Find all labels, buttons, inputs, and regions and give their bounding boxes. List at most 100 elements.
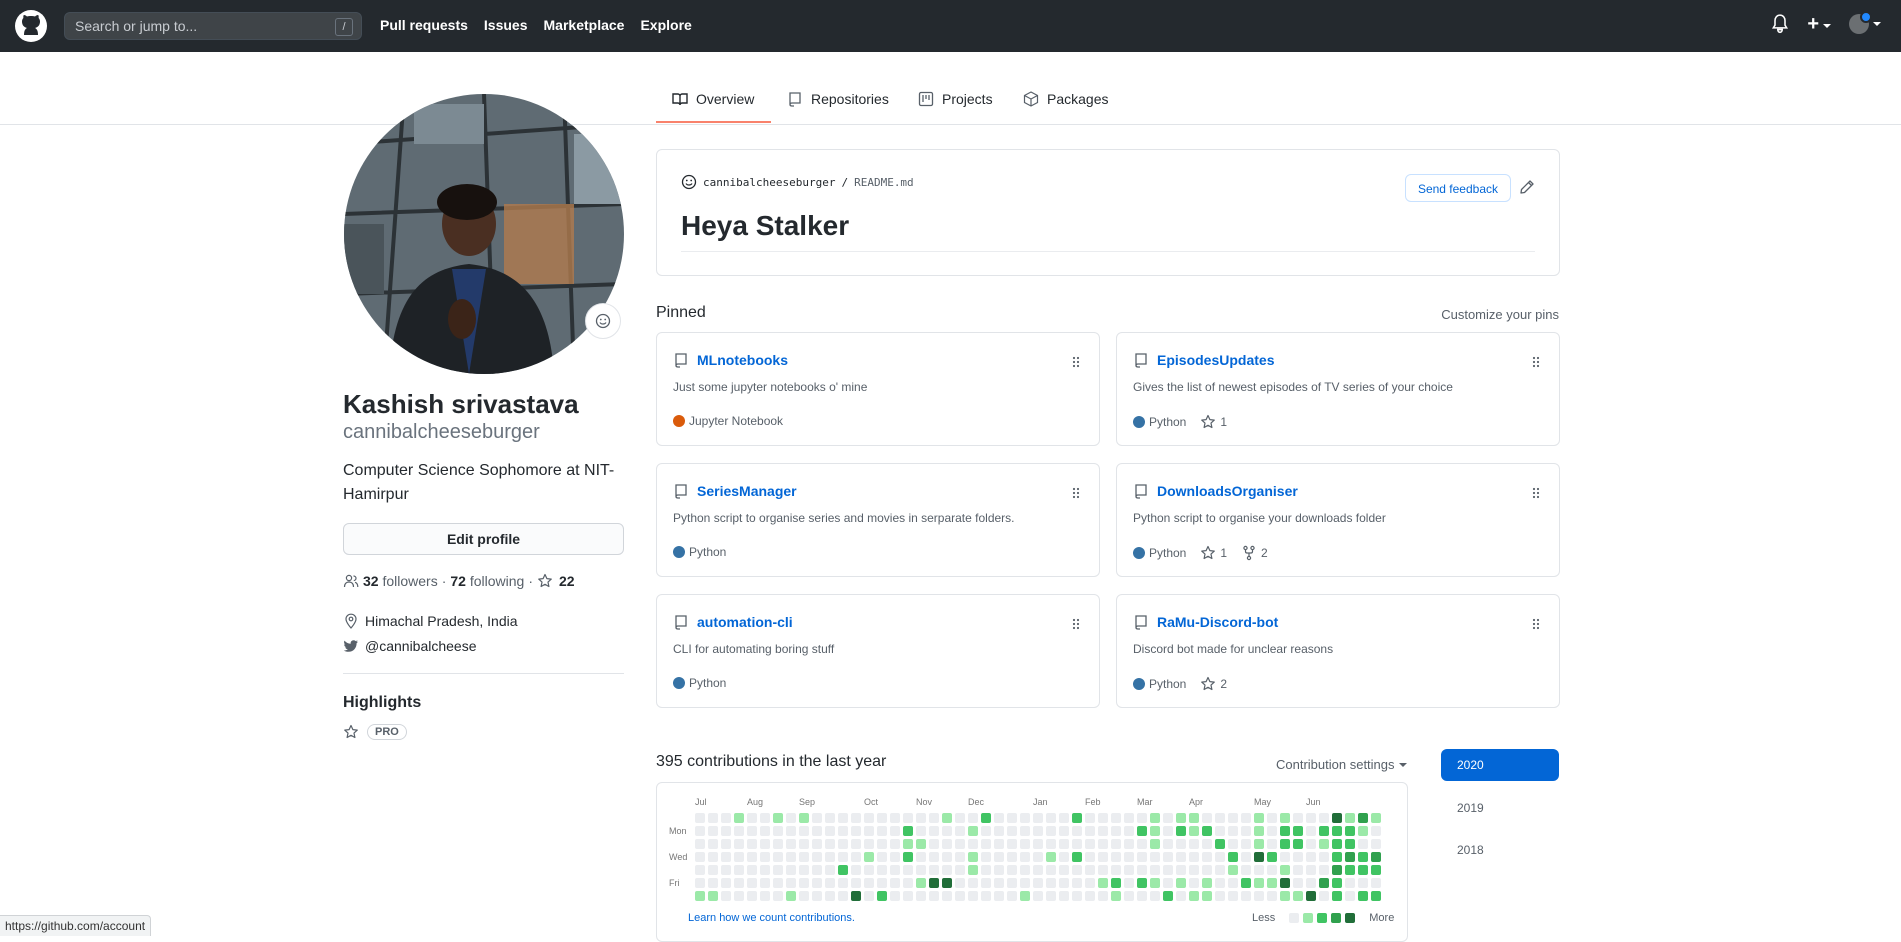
contribution-day[interactable] bbox=[1241, 813, 1251, 823]
contribution-day[interactable] bbox=[1137, 813, 1147, 823]
contribution-day[interactable] bbox=[747, 878, 757, 888]
contribution-day[interactable] bbox=[1072, 865, 1082, 875]
contribution-day[interactable] bbox=[1371, 813, 1381, 823]
contribution-day[interactable] bbox=[994, 865, 1004, 875]
contribution-day[interactable] bbox=[799, 852, 809, 862]
contribution-day[interactable] bbox=[1059, 839, 1069, 849]
contribution-day[interactable] bbox=[1046, 839, 1056, 849]
contribution-day[interactable] bbox=[1267, 891, 1277, 901]
contribution-day[interactable] bbox=[812, 813, 822, 823]
contribution-day[interactable] bbox=[929, 878, 939, 888]
contribution-day[interactable] bbox=[851, 852, 861, 862]
contribution-day[interactable] bbox=[1332, 865, 1342, 875]
contribution-day[interactable] bbox=[1007, 865, 1017, 875]
contribution-day[interactable] bbox=[1059, 826, 1069, 836]
contribution-day[interactable] bbox=[1280, 826, 1290, 836]
contribution-day[interactable] bbox=[1280, 813, 1290, 823]
contribution-day[interactable] bbox=[1358, 852, 1368, 862]
contribution-day[interactable] bbox=[1358, 878, 1368, 888]
contribution-day[interactable] bbox=[708, 852, 718, 862]
contribution-day[interactable] bbox=[786, 813, 796, 823]
contribution-day[interactable] bbox=[916, 891, 926, 901]
contribution-day[interactable] bbox=[903, 852, 913, 862]
contribution-day[interactable] bbox=[786, 852, 796, 862]
contribution-day[interactable] bbox=[1124, 826, 1134, 836]
send-feedback-button[interactable]: Send feedback bbox=[1404, 174, 1511, 202]
repo-name-link[interactable]: automation-cli bbox=[697, 614, 793, 630]
contribution-day[interactable] bbox=[825, 852, 835, 862]
contribution-day[interactable] bbox=[1189, 826, 1199, 836]
contribution-day[interactable] bbox=[929, 891, 939, 901]
contribution-day[interactable] bbox=[695, 839, 705, 849]
contribution-day[interactable] bbox=[1085, 813, 1095, 823]
contribution-day[interactable] bbox=[1059, 878, 1069, 888]
contribution-day[interactable] bbox=[1033, 878, 1043, 888]
repo-name-link[interactable]: MLnotebooks bbox=[697, 352, 788, 368]
contribution-day[interactable] bbox=[1072, 878, 1082, 888]
contribution-day[interactable] bbox=[1085, 852, 1095, 862]
contribution-day[interactable] bbox=[1202, 878, 1212, 888]
contribution-day[interactable] bbox=[1007, 852, 1017, 862]
contribution-day[interactable] bbox=[1293, 891, 1303, 901]
contribution-day[interactable] bbox=[1137, 826, 1147, 836]
contribution-day[interactable] bbox=[760, 878, 770, 888]
contribution-day[interactable] bbox=[1020, 852, 1030, 862]
contribution-day[interactable] bbox=[786, 878, 796, 888]
contribution-day[interactable] bbox=[1046, 826, 1056, 836]
contribution-day[interactable] bbox=[812, 852, 822, 862]
contribution-day[interactable] bbox=[1267, 852, 1277, 862]
contribution-day[interactable] bbox=[721, 865, 731, 875]
contribution-day[interactable] bbox=[1020, 865, 1030, 875]
contribution-day[interactable] bbox=[825, 813, 835, 823]
contribution-day[interactable] bbox=[994, 878, 1004, 888]
contribution-day[interactable] bbox=[1059, 891, 1069, 901]
contribution-day[interactable] bbox=[890, 852, 900, 862]
contribution-day[interactable] bbox=[981, 891, 991, 901]
contribution-day[interactable] bbox=[1072, 826, 1082, 836]
contribution-day[interactable] bbox=[1124, 813, 1134, 823]
contribution-day[interactable] bbox=[929, 852, 939, 862]
contribution-day[interactable] bbox=[1150, 852, 1160, 862]
repo-name-link[interactable]: DownloadsOrganiser bbox=[1157, 483, 1298, 499]
contribution-day[interactable] bbox=[916, 878, 926, 888]
contribution-day[interactable] bbox=[1111, 852, 1121, 862]
contribution-day[interactable] bbox=[916, 839, 926, 849]
contribution-day[interactable] bbox=[1332, 878, 1342, 888]
contribution-day[interactable] bbox=[1371, 826, 1381, 836]
drag-handle-icon[interactable] bbox=[1071, 486, 1081, 500]
year-2020[interactable]: 2020 bbox=[1441, 749, 1559, 781]
nav-marketplace[interactable]: Marketplace bbox=[544, 17, 625, 33]
contribution-day[interactable] bbox=[721, 813, 731, 823]
repo-stars-link[interactable]: 1 bbox=[1200, 414, 1227, 430]
contribution-day[interactable] bbox=[1332, 839, 1342, 849]
contribution-day[interactable] bbox=[1098, 826, 1108, 836]
contribution-day[interactable] bbox=[1280, 865, 1290, 875]
contribution-day[interactable] bbox=[1163, 865, 1173, 875]
contribution-day[interactable] bbox=[825, 839, 835, 849]
contribution-day[interactable] bbox=[786, 839, 796, 849]
contribution-day[interactable] bbox=[981, 813, 991, 823]
contribution-day[interactable] bbox=[1254, 826, 1264, 836]
contribution-day[interactable] bbox=[1163, 839, 1173, 849]
contribution-day[interactable] bbox=[708, 826, 718, 836]
contribution-day[interactable] bbox=[1176, 878, 1186, 888]
contribution-day[interactable] bbox=[864, 852, 874, 862]
contribution-day[interactable] bbox=[812, 826, 822, 836]
contribution-day[interactable] bbox=[968, 839, 978, 849]
contribution-day[interactable] bbox=[1202, 865, 1212, 875]
contribution-day[interactable] bbox=[1020, 891, 1030, 901]
contribution-day[interactable] bbox=[734, 839, 744, 849]
tab-projects[interactable]: Projects bbox=[918, 91, 993, 107]
pencil-icon[interactable] bbox=[1519, 179, 1535, 195]
contribution-day[interactable] bbox=[1150, 878, 1160, 888]
contribution-day[interactable] bbox=[942, 865, 952, 875]
contribution-day[interactable] bbox=[1150, 826, 1160, 836]
contribution-day[interactable] bbox=[903, 878, 913, 888]
contribution-day[interactable] bbox=[1345, 826, 1355, 836]
repo-name-link[interactable]: SeriesManager bbox=[697, 483, 797, 499]
repo-name-link[interactable]: RaMu-Discord-bot bbox=[1157, 614, 1278, 630]
contribution-day[interactable] bbox=[1176, 891, 1186, 901]
contribution-day[interactable] bbox=[760, 865, 770, 875]
contribution-day[interactable] bbox=[1241, 891, 1251, 901]
contribution-day[interactable] bbox=[1189, 813, 1199, 823]
